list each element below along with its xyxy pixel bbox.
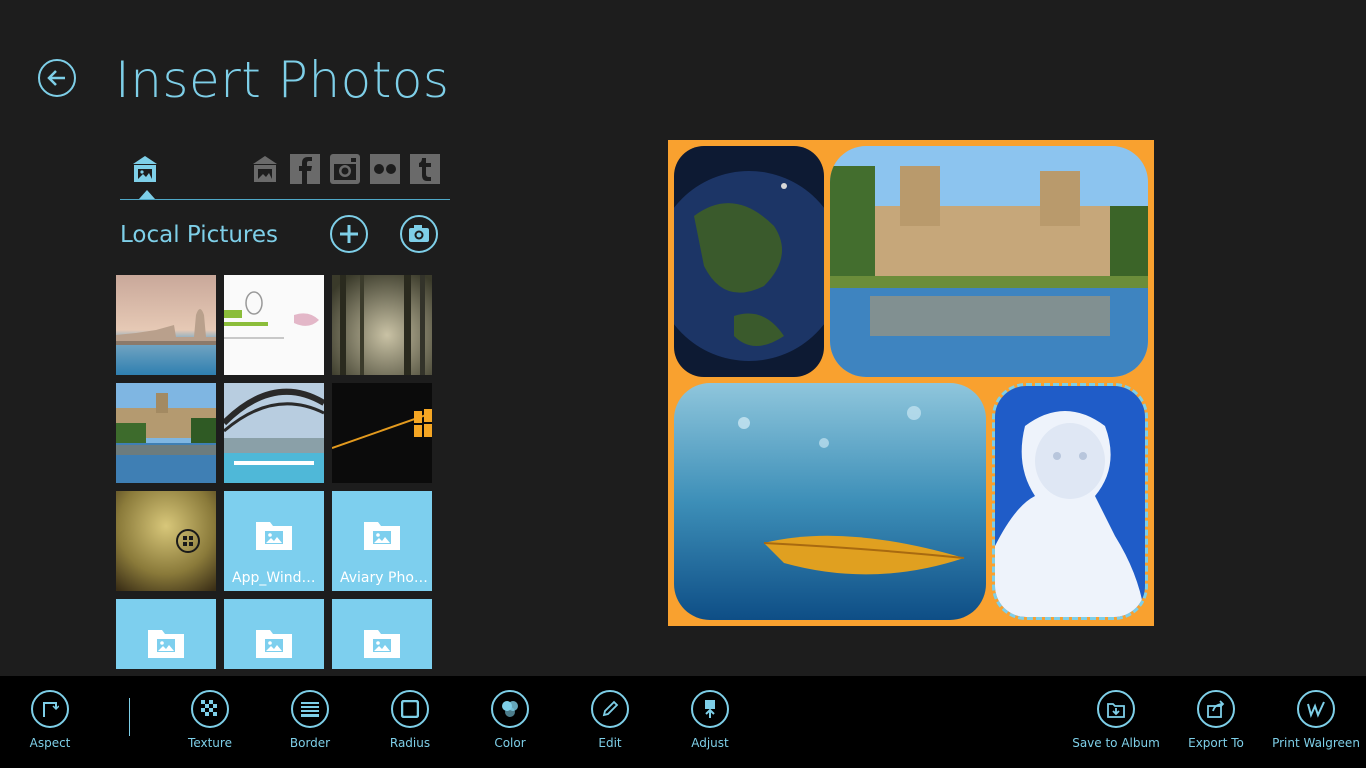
folder-icon — [364, 630, 400, 658]
save-to-album-icon — [1107, 703, 1125, 718]
folder-tile[interactable]: App_Wind… — [224, 491, 324, 591]
texture-label: Texture — [188, 736, 232, 750]
print-walgreen-label: Print Walgreen — [1272, 736, 1360, 750]
color-button[interactable]: Color — [460, 690, 560, 750]
border-label: Border — [289, 736, 331, 750]
flickr-icon[interactable] — [370, 154, 400, 184]
folder-icon — [148, 630, 184, 658]
border-icon — [301, 702, 319, 717]
plus-icon — [340, 225, 358, 243]
adjust-icon — [705, 700, 715, 718]
local-pictures-icon[interactable] — [130, 154, 160, 184]
collage-cell-earth[interactable] — [674, 146, 824, 377]
photo-thumbnail-windows-gold[interactable] — [116, 491, 216, 591]
export-label: Export To — [1188, 736, 1244, 750]
pencil-icon — [602, 700, 619, 717]
collage-cell-leaf[interactable] — [674, 383, 986, 620]
collage-canvas[interactable] — [668, 140, 1154, 626]
folder-label: App_Wind… — [232, 570, 316, 586]
adjust-label: Adjust — [691, 736, 729, 750]
radius-label: Radius — [389, 736, 431, 750]
edit-label: Edit — [598, 736, 622, 750]
add-folder-button[interactable] — [330, 215, 368, 253]
folder-icon — [256, 630, 292, 658]
back-button[interactable] — [38, 59, 76, 97]
edit-button[interactable]: Edit — [560, 690, 660, 750]
camera-button[interactable] — [400, 215, 438, 253]
texture-button[interactable]: Texture — [160, 690, 260, 750]
photo-thumbnail-balboa[interactable] — [116, 383, 216, 483]
skydrive-icon[interactable] — [250, 154, 280, 184]
folder-icon — [364, 522, 400, 550]
radius-icon — [401, 700, 419, 718]
export-icon — [1207, 700, 1225, 718]
radius-button[interactable]: Radius — [360, 690, 460, 750]
photo-thumbnail-windows-dark[interactable] — [332, 383, 432, 483]
aspect-icon — [43, 702, 59, 717]
aspect-button[interactable]: Aspect — [0, 690, 100, 750]
folder-tile[interactable] — [224, 599, 324, 669]
save-to-album-label: Save to Album — [1072, 736, 1160, 750]
photo-thumbnail-forest[interactable] — [332, 275, 432, 375]
texture-icon — [201, 700, 217, 716]
color-label: Color — [494, 736, 526, 750]
color-icon — [502, 701, 518, 717]
print-walgreen-button[interactable]: Print Walgreen — [1266, 690, 1366, 750]
active-source-pointer — [139, 190, 155, 199]
folder-tile[interactable] — [332, 599, 432, 669]
export-button[interactable]: Export To — [1166, 690, 1266, 750]
source-divider — [120, 199, 450, 200]
folder-tile[interactable] — [116, 599, 216, 669]
save-to-album-button[interactable]: Save to Album — [1066, 690, 1166, 750]
photo-thumbnail-bridge[interactable] — [224, 383, 324, 483]
photo-thumbnail-coreldraw[interactable] — [224, 275, 324, 375]
folder-tile[interactable]: Aviary Pho… — [332, 491, 432, 591]
page-title: Insert Photos — [115, 51, 450, 109]
collage-cell-balboa[interactable] — [830, 146, 1148, 377]
app-bar-separator — [129, 698, 130, 736]
folder-icon — [256, 522, 292, 550]
instagram-icon[interactable] — [330, 154, 360, 184]
facebook-icon[interactable] — [290, 154, 320, 184]
collage-cell-snow-sculpture[interactable] — [992, 383, 1148, 620]
folder-label: Aviary Pho… — [340, 570, 428, 586]
photo-thumbnail-venice[interactable] — [116, 275, 216, 375]
adjust-button[interactable]: Adjust — [660, 690, 760, 750]
walgreens-icon — [1307, 701, 1325, 718]
aspect-label: Aspect — [29, 736, 71, 750]
tumblr-icon[interactable] — [410, 154, 440, 184]
back-arrow-icon — [47, 70, 65, 86]
border-button[interactable]: Border — [260, 690, 360, 750]
camera-icon — [409, 225, 429, 242]
local-pictures-label: Local Pictures — [120, 222, 279, 248]
